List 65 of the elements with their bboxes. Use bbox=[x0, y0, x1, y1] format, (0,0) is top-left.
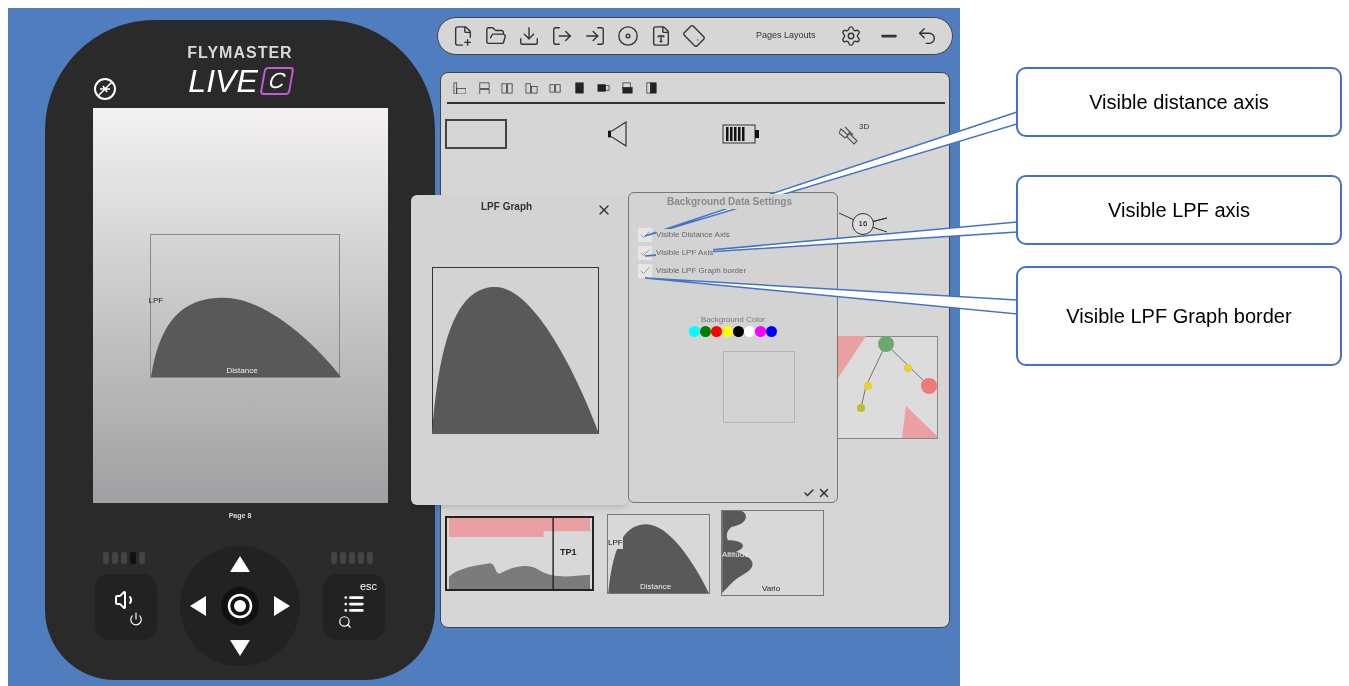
brand-logo: FLYMASTER bbox=[187, 44, 293, 62]
check-icon bbox=[639, 265, 651, 277]
close-icon[interactable] bbox=[817, 486, 831, 500]
color-label: Background Color bbox=[701, 314, 766, 326]
power-icon bbox=[129, 611, 143, 626]
enter-icon[interactable] bbox=[584, 25, 606, 47]
layout-icon[interactable] bbox=[645, 81, 658, 94]
arrow-down-icon bbox=[230, 639, 250, 656]
axis-label: LPF bbox=[608, 537, 623, 549]
arrow-left-icon bbox=[190, 595, 206, 616]
file-plus-icon[interactable] bbox=[452, 25, 474, 47]
fix-label: 3D bbox=[859, 121, 870, 133]
model-logo: LIVE bbox=[188, 64, 258, 98]
document-icon[interactable] bbox=[650, 25, 672, 47]
checkbox[interactable] bbox=[638, 228, 652, 242]
layout-icon[interactable] bbox=[573, 81, 586, 94]
waypoint-label: TP1 bbox=[560, 546, 577, 559]
settings-icon[interactable] bbox=[840, 25, 862, 47]
callout-text: Visible LPF Graph border bbox=[1066, 304, 1292, 329]
no-flight-icon bbox=[93, 77, 117, 101]
route-profile-thumbnail[interactable]: TP1 bbox=[445, 516, 594, 591]
callout-text: Visible LPF axis bbox=[1108, 198, 1250, 223]
layout-icon[interactable] bbox=[597, 81, 610, 94]
dialog-title: LPF Graph bbox=[481, 200, 533, 214]
color-swatch[interactable] bbox=[744, 326, 755, 337]
sound-power-button[interactable] bbox=[95, 573, 157, 640]
toolbar-title: Pages Layouts bbox=[756, 29, 816, 43]
download-icon[interactable] bbox=[518, 25, 540, 47]
callout-text: Visible distance axis bbox=[1089, 90, 1269, 115]
axis-label: Distance bbox=[226, 365, 258, 377]
axis-label: Distance bbox=[640, 581, 672, 593]
speaker-icon[interactable] bbox=[607, 121, 627, 147]
search-icon bbox=[338, 614, 352, 629]
layout-icon[interactable] bbox=[621, 81, 634, 94]
checkbox[interactable] bbox=[638, 246, 652, 260]
color-swatch[interactable] bbox=[755, 326, 766, 337]
undo-icon[interactable] bbox=[916, 25, 938, 47]
battery-icon[interactable] bbox=[722, 124, 760, 144]
map-thumbnail-drawing[interactable] bbox=[836, 336, 938, 439]
color-swatch[interactable] bbox=[766, 326, 777, 337]
axis-label: LPF bbox=[148, 295, 164, 307]
confirm-icon[interactable] bbox=[803, 487, 815, 499]
arrow-right-icon bbox=[274, 595, 290, 616]
color-swatch[interactable] bbox=[700, 326, 711, 337]
graph-preview-frame bbox=[723, 351, 795, 423]
center-button-icon bbox=[220, 585, 260, 626]
model-badge: C bbox=[259, 67, 295, 95]
arrow-up-icon bbox=[230, 555, 250, 572]
layout-icon[interactable] bbox=[453, 81, 466, 94]
axis-label: Vario bbox=[762, 583, 781, 595]
checkbox-label: Visible LPF Axis bbox=[656, 247, 714, 259]
wind-reading: 16 bbox=[852, 213, 874, 235]
color-swatch[interactable] bbox=[711, 326, 722, 337]
lpf-graph-thumbnail[interactable]: LPF Distance bbox=[607, 514, 710, 594]
menu-esc-button[interactable]: esc bbox=[323, 573, 385, 640]
checkbox[interactable] bbox=[638, 264, 652, 278]
color-swatch[interactable] bbox=[733, 326, 744, 337]
color-swatch[interactable] bbox=[722, 326, 733, 337]
dialog-title: Background Data Settings bbox=[667, 194, 793, 209]
exit-icon[interactable] bbox=[551, 25, 573, 47]
empty-widget-frame[interactable] bbox=[445, 119, 507, 149]
color-swatch[interactable] bbox=[689, 326, 700, 337]
checkbox-label: Visible LPF Graph border bbox=[656, 265, 747, 277]
disc-icon[interactable] bbox=[617, 25, 639, 47]
folder-icon[interactable] bbox=[485, 25, 507, 47]
